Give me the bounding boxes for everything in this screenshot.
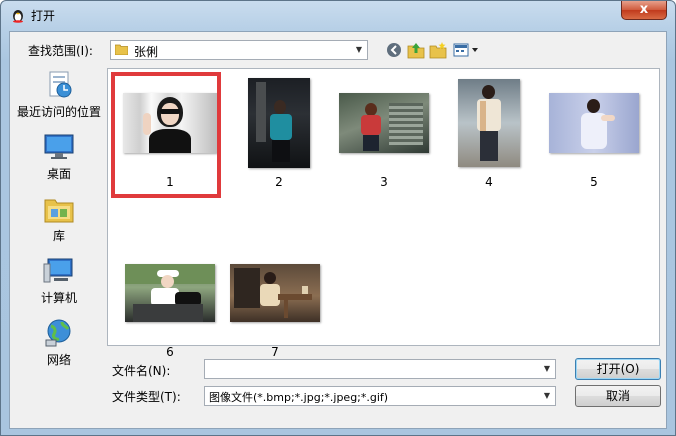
place-label: 桌面 (46, 167, 71, 181)
close-button[interactable]: x (621, 1, 667, 20)
up-folder-icon[interactable] (406, 41, 426, 59)
chevron-down-icon[interactable]: ▼ (539, 360, 555, 378)
file-name: 4 (485, 175, 493, 189)
place-label: 计算机 (40, 291, 77, 305)
folder-icon (115, 44, 128, 55)
thumbnail-image (230, 264, 320, 322)
new-folder-icon[interactable] (428, 41, 448, 59)
computer-icon (43, 258, 73, 283)
desktop-icon (44, 134, 74, 159)
qq-penguin-icon (13, 10, 23, 23)
thumbnail-image (123, 93, 217, 153)
recent-places-icon (49, 71, 72, 98)
file-name: 7 (271, 345, 279, 359)
place-recent[interactable]: 最近访问的位置 (14, 70, 104, 120)
place-label: 库 (52, 229, 65, 243)
place-network[interactable]: 网络 (14, 318, 104, 368)
network-icon (45, 319, 71, 347)
chevron-down-icon[interactable]: ▼ (539, 387, 555, 405)
lookin-combo[interactable]: 张俐 ▼ (110, 40, 368, 60)
file-item[interactable]: 6 (115, 245, 225, 359)
file-item[interactable]: 5 (539, 75, 649, 189)
lookin-value: 张俐 (134, 45, 159, 59)
close-icon: x (639, 2, 649, 17)
title-bar[interactable]: 打开 x (1, 1, 676, 29)
filename-label: 文件名(N): (112, 364, 171, 378)
place-label: 网络 (46, 353, 71, 367)
places-bar: 最近访问的位置 桌面 库 计算机 网络 (14, 68, 104, 368)
thumbnail-image (125, 264, 215, 322)
file-name: 2 (275, 175, 283, 189)
filetype-select[interactable]: 图像文件(*.bmp;*.jpg;*.jpeg;*.gif) ▼ (204, 386, 556, 406)
view-menu-icon[interactable] (452, 41, 480, 59)
filetype-value: 图像文件(*.bmp;*.jpg;*.jpeg;*.gif) (209, 391, 389, 404)
dialog-client-area: 查找范围(I): 张俐 ▼ 最近访问的位置 桌面 库 计算机 网络 1 2 3 … (9, 31, 667, 429)
cancel-button[interactable]: 取消 (575, 385, 661, 407)
file-item[interactable]: 1 (115, 75, 225, 189)
filename-input[interactable] (207, 361, 535, 376)
place-desktop[interactable]: 桌面 (14, 132, 104, 182)
file-item[interactable]: 3 (329, 75, 439, 189)
place-computer[interactable]: 计算机 (14, 256, 104, 306)
file-item[interactable]: 4 (434, 75, 544, 189)
thumbnail-image (458, 79, 520, 167)
filename-combo[interactable]: ▼ (204, 359, 556, 379)
file-name: 3 (380, 175, 388, 189)
open-file-dialog: 打开 x 查找范围(I): 张俐 ▼ 最近访问的位置 桌面 库 计算机 网络 1… (0, 0, 676, 436)
lookin-label: 查找范围(I): (28, 44, 93, 58)
filetype-label: 文件类型(T): (112, 390, 181, 404)
libraries-icon (44, 199, 74, 223)
window-title: 打开 (31, 9, 56, 23)
file-name: 5 (590, 175, 598, 189)
place-label: 最近访问的位置 (16, 105, 101, 119)
chevron-down-icon[interactable]: ▼ (351, 41, 367, 59)
thumbnail-image (549, 93, 639, 153)
open-button[interactable]: 打开(O) (575, 358, 661, 380)
thumbnail-image (339, 93, 429, 153)
thumbnail-image (248, 78, 310, 168)
back-icon[interactable] (384, 41, 404, 59)
place-libraries[interactable]: 库 (14, 194, 104, 244)
file-item[interactable]: 2 (224, 75, 334, 189)
file-name: 1 (166, 175, 174, 189)
file-name: 6 (166, 345, 174, 359)
file-list-view[interactable]: 1 2 3 4 5 6 7 (107, 68, 660, 359)
file-item[interactable]: 7 (220, 245, 330, 359)
